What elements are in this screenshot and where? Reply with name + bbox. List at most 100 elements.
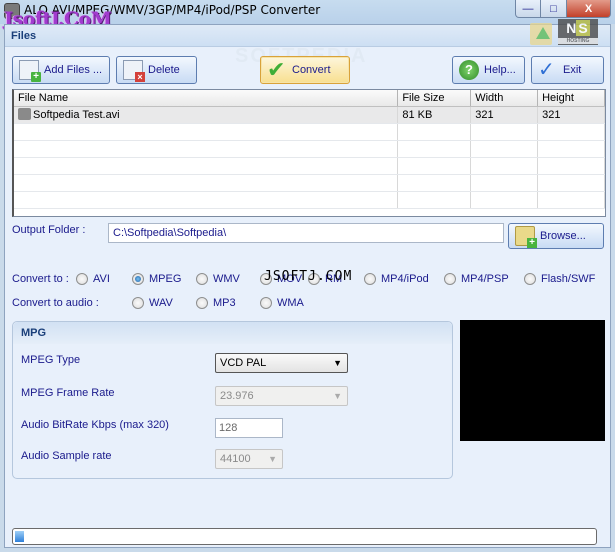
add-file-icon: + — [19, 60, 41, 82]
exit-label: Exit — [563, 64, 582, 76]
radio-circle — [196, 273, 208, 285]
mpeg-type-label: MPEG Type — [21, 354, 81, 366]
title-bar: ALO AVI/MPEG/WMV/3GP/MP4/iPod/PSP Conver… — [0, 0, 615, 30]
frame-rate-select[interactable]: 23.976 ▼ — [215, 386, 348, 406]
logo-n: N — [566, 20, 577, 36]
chevron-down-icon: ▼ — [268, 454, 277, 464]
radio-circle — [444, 273, 456, 285]
file-list-table[interactable]: File Name File Size Width Height Softped… — [12, 89, 606, 217]
radio-circle — [364, 273, 376, 285]
window-controls: — □ X — [515, 0, 611, 18]
conversion-progress-bar — [12, 528, 597, 545]
radio-circle — [260, 297, 272, 309]
files-header: Files NS HOSTING — [5, 19, 610, 47]
mpeg-type-value: VCD PAL — [220, 357, 267, 369]
radio-avi[interactable]: AVI — [76, 273, 110, 285]
browse-button[interactable]: + Browse... — [508, 223, 604, 249]
radio-wmv[interactable]: WMV — [196, 273, 240, 285]
delete-label: Delete — [148, 64, 180, 76]
sample-rate-value: 44100 — [220, 453, 251, 465]
browse-label: Browse... — [540, 230, 586, 242]
radio-label: WMV — [213, 273, 240, 285]
audio-bitrate-input[interactable]: 128 — [215, 418, 283, 438]
maximize-button[interactable]: □ — [541, 0, 567, 18]
radio-label: MPEG — [149, 273, 182, 285]
checkmark-icon: ✔ — [267, 57, 286, 82]
radio-flash-swf[interactable]: Flash/SWF — [524, 273, 595, 285]
radio-circle — [76, 273, 88, 285]
radio-circle — [524, 273, 536, 285]
close-icon: X — [584, 2, 593, 15]
radio-circle-selected — [132, 273, 144, 285]
table-header: File Name File Size Width Height — [14, 90, 605, 107]
radio-mpeg[interactable]: MPEG — [132, 273, 181, 285]
radio-wav[interactable]: WAV — [132, 297, 173, 309]
empty-row — [14, 192, 605, 209]
column-header-width[interactable]: Width — [471, 90, 539, 106]
radio-mp4-psp[interactable]: MP4/PSP — [444, 273, 509, 285]
file-name-text: Softpedia Test.avi — [33, 109, 120, 121]
cell-file-size: 81 KB — [398, 107, 472, 123]
cell-file-name: Softpedia Test.avi — [14, 107, 399, 123]
radio-label: MP4/iPod — [381, 273, 429, 285]
empty-row — [14, 175, 605, 192]
cell-width: 321 — [471, 107, 539, 123]
minimize-icon: — — [522, 2, 534, 15]
cell-height: 321 — [538, 107, 605, 123]
chevron-down-icon: ▼ — [333, 358, 342, 368]
exit-check-icon: ✓ — [538, 59, 555, 81]
help-button[interactable]: ? Help... — [452, 56, 525, 84]
ns-hosting-logo: NS HOSTING — [558, 19, 598, 45]
add-files-button[interactable]: + Add Files ... — [12, 56, 110, 84]
table-row[interactable]: Softpedia Test.avi 81 KB 321 321 — [14, 107, 605, 124]
radio-mp4-ipod[interactable]: MP4/iPod — [364, 273, 429, 285]
upload-folder-icon — [530, 23, 552, 45]
mpeg-type-select[interactable]: VCD PAL ▼ — [215, 353, 348, 373]
radio-label: AVI — [93, 273, 110, 285]
convert-button[interactable]: ✔ Convert — [260, 56, 350, 84]
files-title: Files — [11, 30, 37, 42]
frame-rate-value: 23.976 — [220, 390, 254, 402]
delete-file-icon: × — [123, 60, 145, 82]
mpg-settings-panel: MPG MPEG Type VCD PAL ▼ MPEG Frame Rate … — [12, 321, 453, 479]
empty-row — [14, 158, 605, 175]
video-preview — [460, 320, 605, 441]
video-file-icon — [18, 108, 31, 120]
exit-button[interactable]: ✓ Exit — [531, 56, 604, 84]
add-files-label: Add Files ... — [44, 64, 103, 76]
jsoftj-overlay-watermark: JSOFTJ.COM — [264, 269, 353, 284]
logo-subtitle: HOSTING — [558, 38, 598, 44]
logo-s: S — [576, 20, 590, 36]
radio-label: MP3 — [213, 297, 236, 309]
radio-circle — [132, 297, 144, 309]
radio-mp3[interactable]: MP3 — [196, 297, 236, 309]
column-header-height[interactable]: Height — [538, 90, 605, 106]
convert-label: Convert — [292, 64, 331, 76]
chevron-down-icon: ▼ — [333, 391, 342, 401]
help-icon: ? — [459, 60, 479, 80]
radio-circle — [196, 297, 208, 309]
delete-button[interactable]: × Delete — [116, 56, 197, 84]
progress-fill — [15, 531, 24, 542]
mpg-panel-title: MPG — [13, 322, 452, 344]
convert-to-audio-label: Convert to audio : — [12, 297, 99, 309]
main-window: Files NS HOSTING SOFTPEDIA + Add Files .… — [4, 19, 611, 548]
radio-label: WMA — [277, 297, 304, 309]
help-label: Help... — [484, 64, 516, 76]
column-header-file-name[interactable]: File Name — [14, 90, 399, 106]
radio-label: MP4/PSP — [461, 273, 509, 285]
column-header-file-size[interactable]: File Size — [398, 90, 472, 106]
radio-label: Flash/SWF — [541, 273, 596, 285]
empty-row — [14, 124, 605, 141]
radio-wma[interactable]: WMA — [260, 297, 304, 309]
sample-rate-label: Audio Sample rate — [21, 450, 112, 462]
output-folder-input[interactable]: C:\Softpedia\Softpedia\ — [108, 223, 504, 243]
frame-rate-label: MPEG Frame Rate — [21, 387, 115, 399]
empty-row — [14, 141, 605, 158]
sample-rate-select[interactable]: 44100 ▼ — [215, 449, 283, 469]
maximize-icon: □ — [550, 2, 557, 15]
output-folder-label: Output Folder : — [12, 224, 86, 236]
minimize-button[interactable]: — — [515, 0, 541, 18]
audio-bitrate-label: Audio BitRate Kbps (max 320) — [21, 419, 169, 431]
close-button[interactable]: X — [567, 0, 611, 18]
